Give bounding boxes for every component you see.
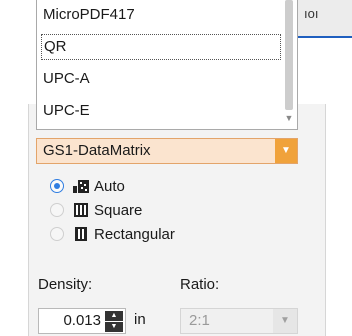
spin-down-icon[interactable]: ▼ bbox=[105, 322, 123, 332]
density-spin-buttons[interactable]: ▲ ▼ bbox=[105, 311, 123, 332]
list-item-qr[interactable]: QR bbox=[41, 34, 281, 60]
density-spinner[interactable]: 0.013 ▲ ▼ bbox=[38, 308, 126, 334]
datamatrix-square-icon bbox=[74, 203, 88, 217]
density-unit: in bbox=[134, 311, 146, 328]
symbology-combo-value: GS1-DataMatrix bbox=[43, 142, 151, 159]
background-window-text: ıoı bbox=[304, 6, 319, 21]
list-item-upc-e[interactable]: UPC-E bbox=[41, 98, 281, 124]
list-item-micropdf417[interactable]: MicroPDF417 bbox=[41, 2, 281, 28]
shape-option-square[interactable]: Square bbox=[50, 198, 142, 222]
radio-rectangular[interactable] bbox=[50, 227, 64, 241]
radio-auto[interactable] bbox=[50, 179, 64, 193]
shape-option-auto[interactable]: Auto bbox=[50, 174, 125, 198]
symbology-combo-box[interactable]: GS1-DataMatrix ▼ bbox=[36, 138, 298, 164]
spin-up-icon[interactable]: ▲ bbox=[105, 311, 123, 321]
shape-label-auto: Auto bbox=[94, 177, 125, 195]
shape-option-rectangular[interactable]: Rectangular bbox=[50, 222, 175, 246]
datamatrix-rectangular-icon bbox=[75, 227, 87, 241]
ratio-label: Ratio: bbox=[180, 276, 220, 293]
ratio-dropdown-icon: ▼ bbox=[273, 309, 297, 333]
scroll-down-arrow-icon[interactable]: ▼ bbox=[283, 112, 295, 124]
ratio-value: 2:1 bbox=[189, 312, 210, 329]
radio-square[interactable] bbox=[50, 203, 64, 217]
datamatrix-auto-icon bbox=[73, 180, 89, 193]
density-value[interactable]: 0.013 bbox=[63, 309, 101, 333]
symbology-dropdown-list[interactable]: MicroPDF417 QR UPC-A UPC-E ▼ bbox=[36, 0, 298, 130]
list-item-upc-a[interactable]: UPC-A bbox=[41, 66, 281, 92]
shape-label-square: Square bbox=[94, 201, 143, 219]
scrollbar-thumb[interactable] bbox=[285, 0, 293, 110]
shape-label-rectangular: Rectangular bbox=[94, 225, 175, 243]
density-label: Density: bbox=[38, 276, 93, 293]
combo-dropdown-button[interactable]: ▼ bbox=[275, 139, 297, 163]
background-window-strip: ıoı bbox=[296, 0, 352, 38]
list-scrollbar[interactable]: ▼ bbox=[283, 0, 295, 128]
ratio-select: 2:1 ▼ bbox=[180, 308, 298, 334]
